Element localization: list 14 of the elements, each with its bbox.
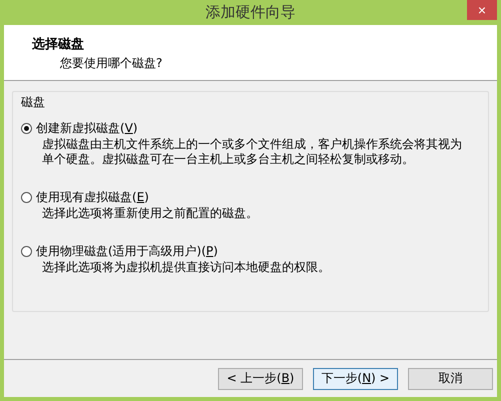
page-title: 选择磁盘 <box>32 36 84 53</box>
close-button[interactable]: × <box>467 0 497 20</box>
option-description: 虚拟磁盘由主机文件系统上的一个或多个文件组成，客户机操作系统会将其视为单个硬盘。虚拟磁盘可在一台主机上或多台主机之间轻松复制或移动。 <box>42 137 463 167</box>
radio-icon[interactable] <box>21 246 32 257</box>
wizard-button[interactable]: 下一步(N) > <box>313 368 398 390</box>
page-subtitle: 您要使用哪个磁盘? <box>60 55 162 72</box>
group-title: 磁盘 <box>21 94 45 111</box>
option-description: 选择此选项将重新使用之前配置的磁盘。 <box>42 206 259 221</box>
wizard-button[interactable]: 取消 <box>408 368 493 390</box>
radio-icon[interactable] <box>21 192 32 203</box>
option-description: 选择此选项将为虚拟机提供直接访问本地硬盘的权限。 <box>42 260 331 275</box>
window-title: 添加硬件向导 <box>206 3 296 22</box>
radio-icon[interactable] <box>21 123 32 134</box>
wizard-button[interactable]: < 上一步(B) <box>218 368 303 390</box>
